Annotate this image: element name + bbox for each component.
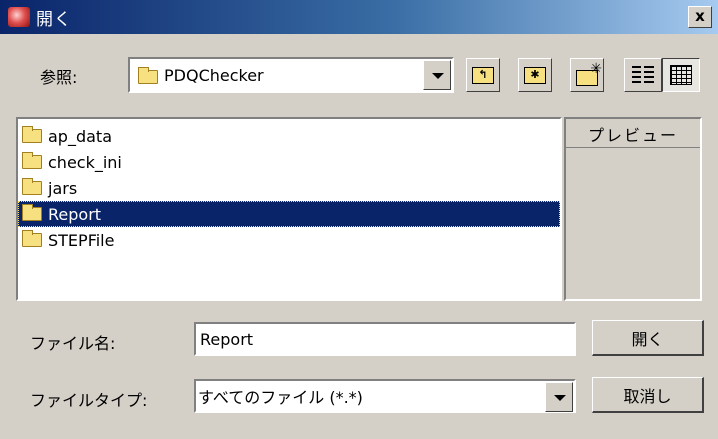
open-button[interactable]: 開く: [592, 320, 704, 356]
file-list[interactable]: ap_data check_inijars Report STEPFile: [16, 117, 562, 301]
file-name-text: STEPFile: [48, 230, 115, 250]
file-name-label: ファイル名:: [30, 334, 116, 353]
look-in-value: PDQChecker: [164, 65, 264, 85]
new-folder-button[interactable]: ✳: [570, 58, 604, 92]
look-in-dropdown[interactable]: PDQChecker: [128, 57, 454, 93]
chevron-down-icon[interactable]: [545, 382, 573, 412]
view-toggle-group: [624, 58, 700, 92]
preview-area: [566, 147, 700, 299]
file-list-item[interactable]: Report: [18, 201, 560, 227]
file-list-item[interactable]: STEPFile: [18, 227, 560, 253]
preview-label: プレビュー: [587, 126, 678, 145]
home-folder-button[interactable]: ✱: [518, 58, 552, 92]
file-list-item[interactable]: jars: [18, 175, 560, 201]
folder-up-icon: ↰: [472, 66, 494, 84]
file-name-text: ap_data: [48, 126, 112, 146]
folder-icon: [22, 152, 42, 169]
window-title: 開く: [36, 9, 72, 30]
cancel-button[interactable]: 取消し: [592, 377, 704, 413]
file-list-item[interactable]: check_ini: [18, 149, 560, 175]
look-in-label: 参照:: [40, 68, 78, 87]
file-type-label: ファイルタイプ:: [30, 391, 148, 410]
home-folder-icon: ✱: [524, 66, 546, 84]
file-type-dropdown[interactable]: すべてのファイル (*.*): [194, 379, 576, 413]
chevron-down-icon[interactable]: [423, 60, 451, 90]
file-type-value: すべてのファイル (*.*): [198, 388, 363, 407]
folder-icon: [22, 204, 42, 221]
file-list-item[interactable]: ap_data: [18, 123, 560, 149]
app-icon: [6, 5, 34, 29]
list-view-icon: [632, 66, 654, 84]
up-folder-button[interactable]: ↰: [466, 58, 500, 92]
details-view-button[interactable]: [662, 58, 700, 92]
new-folder-icon: ✳: [576, 61, 602, 86]
details-view-icon: [670, 65, 692, 85]
title-bar: 開く x: [0, 0, 718, 34]
folder-icon: [22, 126, 42, 143]
file-name-input[interactable]: [194, 322, 576, 356]
preview-panel: プレビュー: [564, 117, 702, 301]
file-name-text: jars: [48, 178, 78, 198]
file-name-text: check_ini: [48, 152, 122, 172]
file-name-text: Report: [48, 204, 102, 224]
folder-icon: [138, 66, 158, 84]
folder-icon: [22, 230, 42, 247]
list-view-button[interactable]: [624, 58, 662, 92]
close-button[interactable]: x: [688, 6, 712, 28]
folder-icon: [22, 178, 42, 195]
